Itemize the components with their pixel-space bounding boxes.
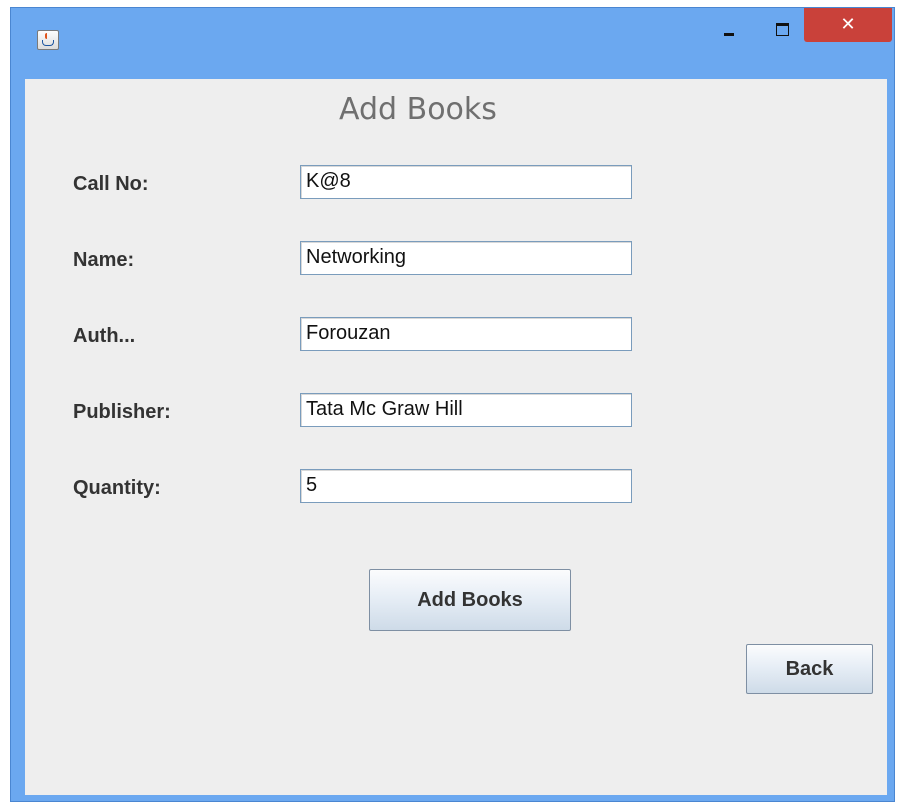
quantity-field[interactable]: 5 xyxy=(300,469,632,503)
call-no-field[interactable]: K@8 xyxy=(300,165,632,199)
call-no-label: Call No: xyxy=(73,173,149,195)
add-books-button[interactable]: Add Books xyxy=(369,569,571,631)
java-cup-shape xyxy=(42,40,54,46)
page-title: Add Books xyxy=(339,92,497,127)
java-steam-shape xyxy=(45,33,51,39)
java-app-icon[interactable] xyxy=(37,30,59,50)
close-button[interactable]: ✕ xyxy=(804,8,892,42)
author-label: Auth... xyxy=(73,325,136,347)
app-window: ✕ Add Books Call No: K@8 Name: Networkin… xyxy=(10,7,895,802)
publisher-field[interactable]: Tata Mc Graw Hill xyxy=(300,393,632,427)
title-bar[interactable]: ✕ xyxy=(11,8,894,73)
form-panel: Add Books Call No: K@8 Name: Networking … xyxy=(25,79,887,795)
minimize-icon xyxy=(724,33,734,36)
back-button[interactable]: Back xyxy=(746,644,873,694)
close-icon: ✕ xyxy=(840,14,856,35)
author-field[interactable]: Forouzan xyxy=(300,317,632,351)
name-field[interactable]: Networking xyxy=(300,241,632,275)
publisher-label: Publisher: xyxy=(73,401,171,423)
maximize-icon xyxy=(776,23,789,36)
quantity-label: Quantity: xyxy=(73,477,161,499)
name-label: Name: xyxy=(73,249,135,271)
minimize-button[interactable] xyxy=(713,8,745,42)
maximize-button[interactable] xyxy=(763,8,803,42)
